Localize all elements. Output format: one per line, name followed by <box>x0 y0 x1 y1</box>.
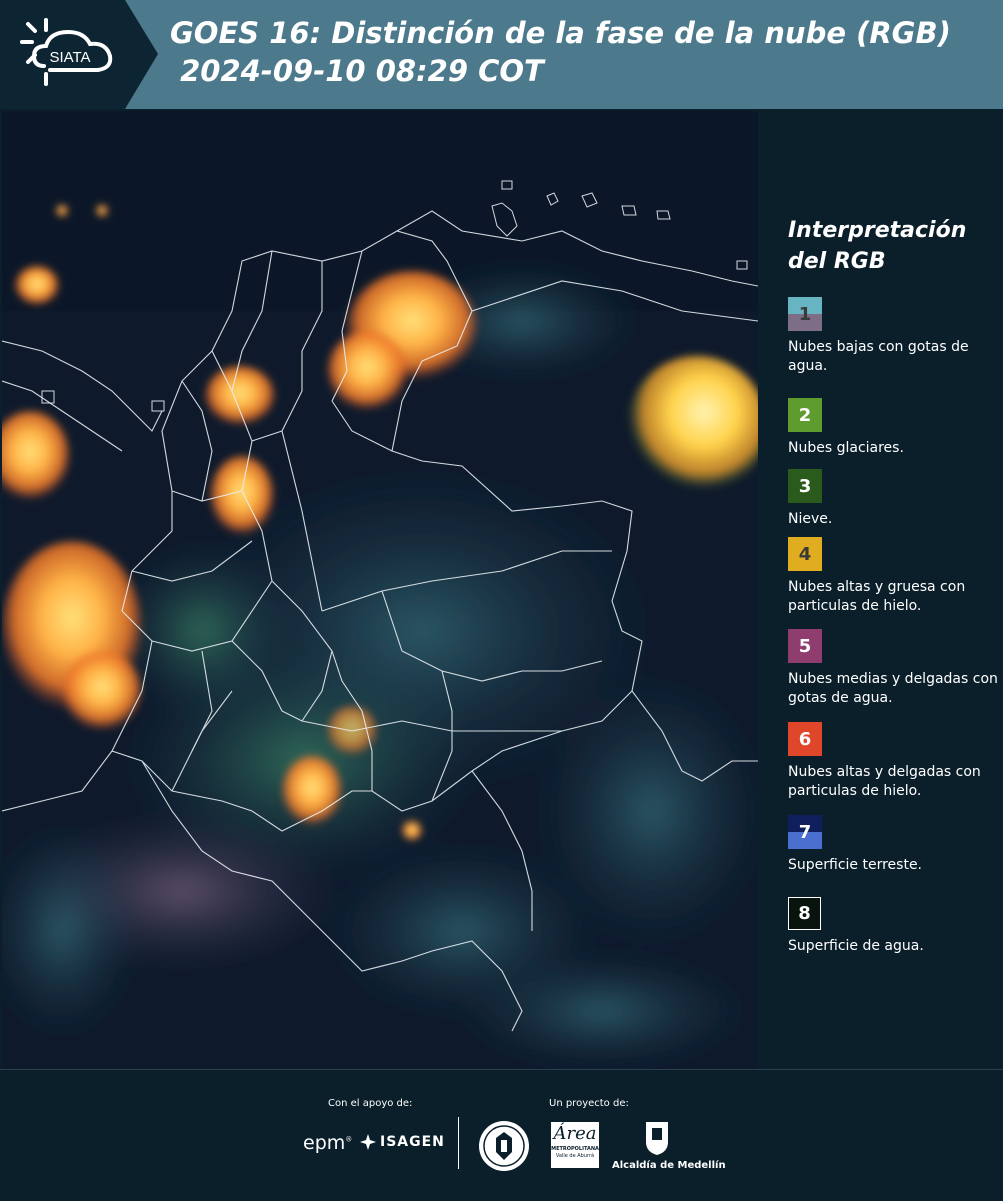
header: SIATA GOES 16: Distinción de la fase de … <box>0 0 1003 109</box>
svg-text:SIATA: SIATA <box>49 49 90 66</box>
legend-swatch: 5 <box>788 629 822 663</box>
map-canvas <box>2 111 758 1069</box>
support-label: Con el apoyo de: <box>328 1098 413 1109</box>
legend-number: 1 <box>798 303 812 325</box>
legend-swatch: 2 <box>788 398 822 432</box>
legend-swatch: 1 <box>788 297 822 331</box>
epm-logo: epm® <box>303 1132 353 1154</box>
alcaldia-label: Alcaldía de Medellín <box>612 1160 726 1171</box>
legend-number: 2 <box>798 404 812 426</box>
legend-label: Nubes glaciares. <box>788 440 904 456</box>
footer: Con el apoyo de: Un proyecto de: epm® IS… <box>0 1069 1003 1201</box>
siata-logo: SIATA <box>20 18 113 86</box>
project-label: Un proyecto de: <box>549 1098 629 1109</box>
university-seal <box>479 1121 529 1171</box>
isagen-logo: ISAGEN <box>360 1134 445 1150</box>
title-line-1: GOES 16: Distinción de la fase de la nub… <box>170 16 951 50</box>
legend-panel: Interpretación del RGB 1 Nubes bajas con … <box>760 111 1003 1069</box>
legend-item-1: 1 Nubes bajas con gotas de agua. <box>788 297 998 376</box>
legend-number: 6 <box>798 728 812 750</box>
area-metropolitana-logo: Área METROPOLITANA Valle de Aburrá <box>551 1122 599 1168</box>
legend-swatch: 6 <box>788 722 822 756</box>
legend-label: Nieve. <box>788 511 833 527</box>
legend-number: 7 <box>798 821 812 843</box>
legend-label: Nubes altas y delgadas con particulas de… <box>788 764 981 799</box>
medellin-coat-of-arms <box>646 1122 668 1155</box>
legend-label: Nubes medias y delgadas con gotas de agu… <box>788 671 998 706</box>
legend-title: Interpretación del RGB <box>788 218 967 274</box>
legend-number: 4 <box>798 543 812 565</box>
legend-swatch: 3 <box>788 469 822 503</box>
legend-item-3: 3 Nieve. <box>788 469 998 529</box>
legend-number: 3 <box>798 475 812 497</box>
page-title: GOES 16: Distinción de la fase de la nub… <box>170 14 951 90</box>
legend-item-8: 8 Superficie de agua. <box>788 897 998 956</box>
legend-number: 5 <box>798 635 812 657</box>
legend-item-6: 6 Nubes altas y delgadas con particulas d… <box>788 722 998 801</box>
footer-divider <box>458 1117 459 1169</box>
legend-label: Superficie terreste. <box>788 857 923 873</box>
legend-swatch: 4 <box>788 537 822 571</box>
legend-label: Nubes bajas con gotas de agua. <box>788 339 969 374</box>
legend-swatch: 8 <box>788 897 821 930</box>
legend-item-4: 4 Nubes altas y gruesa con particulas de … <box>788 537 998 616</box>
legend-label: Superficie de agua. <box>788 938 924 954</box>
legend-swatch: 7 <box>788 815 822 849</box>
legend-item-7: 7 Superficie terreste. <box>788 815 998 875</box>
legend-item-2: 2 Nubes glaciares. <box>788 398 998 458</box>
legend-number: 8 <box>798 903 811 924</box>
legend-item-5: 5 Nubes medias y delgadas con gotas de ag… <box>788 629 998 708</box>
legend-label: Nubes altas y gruesa con particulas de h… <box>788 579 966 614</box>
satellite-map[interactable] <box>2 111 758 1069</box>
title-line-2: 2024-09-10 08:29 COT <box>170 54 544 88</box>
isagen-icon <box>360 1134 376 1150</box>
